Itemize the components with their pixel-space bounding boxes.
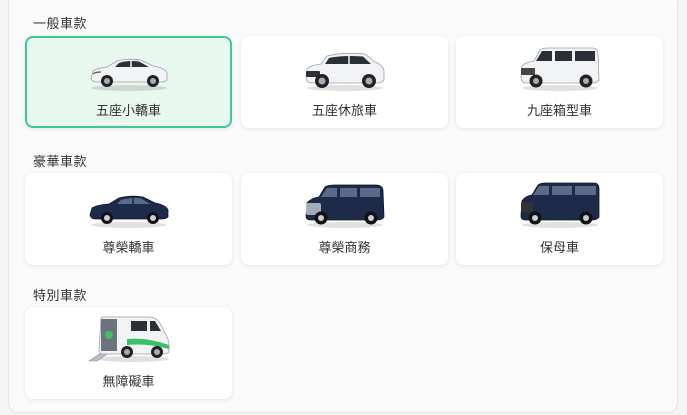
van-white-icon [520,47,599,91]
vehicle-label: 五座休旅車 [311,104,377,119]
luxury-sedan-navy-icon [89,195,168,228]
vehicle-card-nine-seat-van[interactable]: 九座箱型車 [456,36,663,128]
section-title-special: 特別車款 [33,289,88,304]
sedan-white-icon [90,58,167,91]
vehicle-label: 保母車 [539,241,579,256]
accessible-van-icon [87,316,169,362]
vehicle-label: 尊榮商務 [318,241,371,256]
vehicle-card-five-seat-sedan[interactable]: 五座小轎車 [25,36,232,128]
suv-white-icon [305,52,384,91]
luxury-mpv-navy-icon [305,184,384,228]
vehicle-card-luxury-sedan[interactable]: 尊榮轎車 [25,173,232,265]
vehicle-label: 九座箱型車 [526,104,592,119]
nanny-van-navy-icon [520,182,599,228]
vehicle-label: 無障礙車 [102,375,155,390]
vehicle-card-luxury-business[interactable]: 尊榮商務 [241,173,448,265]
vehicle-card-five-seat-suv[interactable]: 五座休旅車 [241,36,448,128]
vehicle-card-accessible-van[interactable]: 無障礙車 [25,307,232,399]
vehicle-label: 尊榮轎車 [102,241,155,256]
section-title-luxury: 豪華車款 [33,155,88,170]
section-title-general: 一般車款 [33,17,88,32]
vehicle-card-nanny-van[interactable]: 保母車 [456,173,663,265]
vehicle-label: 五座小轎車 [95,104,161,119]
